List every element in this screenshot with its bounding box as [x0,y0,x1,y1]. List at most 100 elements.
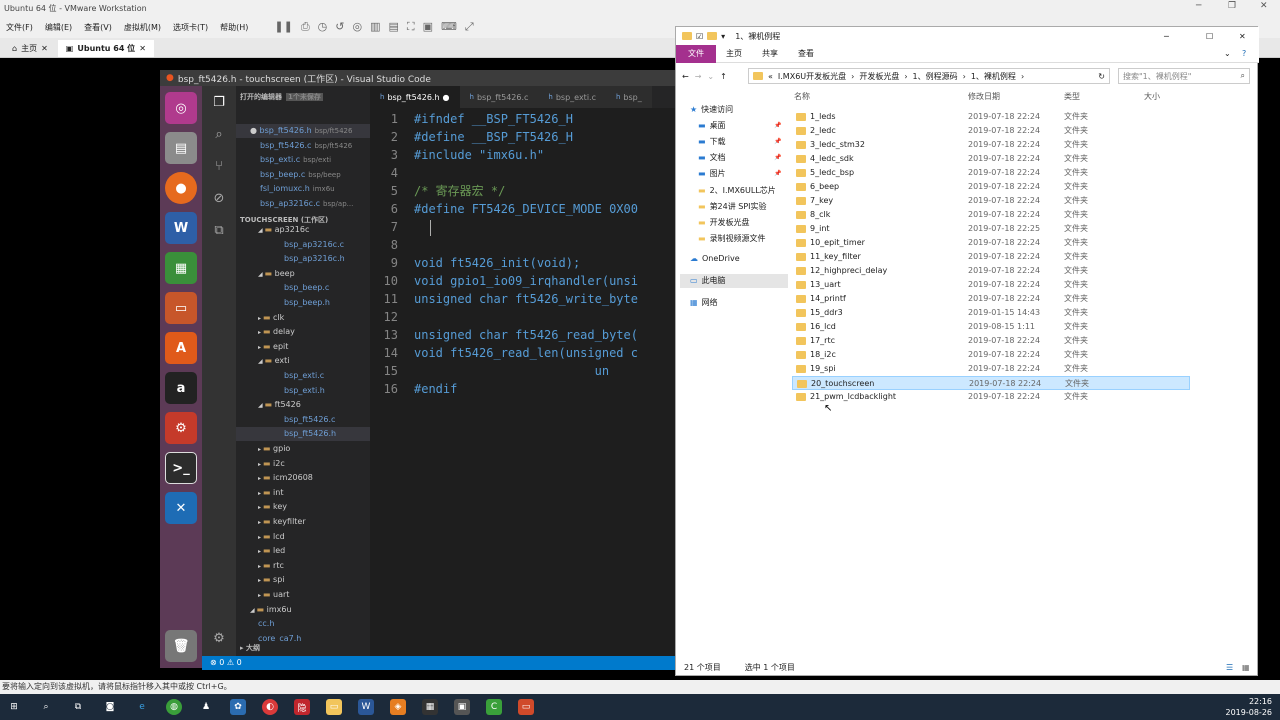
nav-item[interactable]: ▬ 开发板光盘 [698,216,750,230]
file-row[interactable]: 9_int 2019-07-18 22:25 文件夹 [792,222,1190,236]
close-icon[interactable]: ✕ [1260,1,1268,11]
up-icon[interactable]: ↑ [720,72,727,81]
nav-item[interactable]: ▭ 此电脑 [680,274,788,288]
app-icon[interactable]: ◈ [390,699,406,715]
pin-icon[interactable]: 📌 [774,167,781,181]
ribbon-tab-file[interactable]: 文件 [676,44,716,63]
sidebar-icon[interactable]: ▥ [370,20,380,34]
software-center-icon[interactable]: A [165,332,197,364]
nav-item[interactable]: ▬ 录制视频源文件 [698,232,766,246]
file-row[interactable]: 18_i2c 2019-07-18 22:24 文件夹 [792,348,1190,362]
outline-header[interactable]: ▸ 大纲 [236,641,370,655]
breadcrumb-item[interactable]: I.MX6U开发板光盘 [778,71,846,82]
breadcrumb-item[interactable]: 1、例程源码 [913,71,958,82]
app-icon[interactable]: ♟ [198,699,214,715]
pin-icon[interactable]: 📌 [774,135,781,149]
quick-access-toolbar-icon[interactable]: ☑ [696,32,703,41]
tree-file[interactable]: bsp_ap3216c.h [236,252,370,266]
tree-folder[interactable]: ▸ ▬ spi [236,573,370,587]
close-icon[interactable]: ✕ [1239,32,1246,41]
editor-tab[interactable]: h bsp_ft5426.c [459,86,539,108]
source-control-icon[interactable]: ⑂ [210,158,228,176]
tree-folder[interactable]: ▸ ▬ gpio [236,442,370,456]
back-icon[interactable]: ← [682,72,689,81]
nav-item[interactable]: ▬ 下载 📌 [698,135,781,149]
snapshot-icon[interactable]: ◷ [318,20,328,34]
fullscreen-icon[interactable]: ⛶ [407,20,415,34]
thumbnail-icon[interactable]: ▤ [389,20,399,34]
column-size[interactable]: 大小 [1144,91,1160,102]
nav-item[interactable]: ▬ 第24讲 SPI实验 [698,200,767,214]
amazon-icon[interactable]: a [165,372,197,404]
gear-icon[interactable]: ⚙ [210,630,228,648]
breadcrumb-item[interactable]: 1、裸机例程 [971,71,1016,82]
system-clock[interactable]: 22:16 2019-08-26 [1226,696,1273,718]
tree-file[interactable]: cc.h [236,617,370,631]
close-icon[interactable]: ✕ [41,44,48,53]
ribbon-tab-home[interactable]: 主页 [716,45,752,63]
tree-file[interactable]: bsp_ap3216c.c [236,238,370,252]
address-bar[interactable]: « I.MX6U开发板光盘 › 开发板光盘 › 1、例程源码 › 1、裸机例程 › ↻ [748,68,1110,84]
tab-ubuntu[interactable]: ▣ Ubuntu 64 位 ✕ [57,40,154,57]
menu-item[interactable]: 编辑(E) [45,22,72,33]
open-editor-item[interactable]: bsp_ap3216c.c bsp/ap... [236,197,370,211]
file-row[interactable]: 11_key_filter 2019-07-18 22:24 文件夹 [792,250,1190,264]
open-editor-item[interactable]: bsp_ft5426.c bsp/ft5426 [236,139,370,153]
app-icon[interactable]: ▣ [454,699,470,715]
file-row[interactable]: 4_ledc_sdk 2019-07-18 22:24 文件夹 [792,152,1190,166]
tree-folder[interactable]: ▸ ▬ int [236,486,370,500]
editor-tab[interactable]: h bsp_exti.c [538,86,606,108]
menu-item[interactable]: 查看(V) [84,22,112,33]
file-row[interactable]: 16_lcd 2019-08-15 1:11 文件夹 [792,320,1190,334]
code-editor[interactable]: h bsp_ft5426.h ● h bsp_ft5426.c h bsp_exti… [370,86,675,656]
menu-item[interactable]: 文件(F) [6,22,33,33]
tree-folder[interactable]: ▸ ▬ clk [236,311,370,325]
column-type[interactable]: 类型 [1064,91,1080,102]
nav-item[interactable]: ▬ 桌面 📌 [698,119,781,133]
file-row[interactable]: 15_ddr3 2019-01-15 14:43 文件夹 [792,306,1190,320]
search-input[interactable]: 搜索"1、裸机例程" ⌕ [1118,68,1250,84]
camera-icon[interactable]: ◙ [102,699,118,715]
file-row[interactable]: 10_epit_timer 2019-07-18 22:24 文件夹 [792,236,1190,250]
refresh-icon[interactable]: ↻ [1098,72,1105,81]
revert-icon[interactable]: ↺ [335,20,344,34]
send-keys-icon[interactable]: ⎙ [301,20,310,34]
chevron-down-icon[interactable]: ⌄ [1224,49,1231,58]
editor-tab[interactable]: h bsp_ [605,86,652,108]
file-row[interactable]: 14_printf 2019-07-18 22:24 文件夹 [792,292,1190,306]
file-row[interactable]: 2_ledc 2019-07-18 22:24 文件夹 [792,124,1190,138]
tree-folder[interactable]: ▸ ▬ key [236,500,370,514]
forward-icon[interactable]: → [695,72,702,81]
app-icon[interactable]: ◐ [262,699,278,715]
tree-folder[interactable]: ▸ ▬ icm20608 [236,471,370,485]
file-row[interactable]: 1_leds 2019-07-18 22:24 文件夹 [792,110,1190,124]
writer-icon[interactable]: W [165,212,197,244]
breadcrumb-item[interactable]: 开发板光盘 [859,71,899,82]
terminal-icon[interactable]: >_ [165,452,197,484]
tree-folder[interactable]: ▸ ▬ keyfilter [236,515,370,529]
debug-icon[interactable]: ⊘ [210,190,228,208]
large-icons-view-icon[interactable]: ▦ [1242,663,1250,672]
app-icon[interactable]: ▭ [518,699,534,715]
nav-item[interactable]: ▬ 文档 📌 [698,151,781,165]
file-explorer-icon[interactable]: ▭ [326,699,342,715]
menu-item[interactable]: 虚拟机(M) [124,22,161,33]
tree-folder[interactable]: ▸ ▬ epit [236,340,370,354]
app-icon[interactable]: 隐 [294,699,310,715]
app-icon[interactable]: ◍ [166,699,182,715]
task-view-icon[interactable]: ⧉ [70,699,86,715]
tree-folder[interactable]: ▸ ▬ uart [236,588,370,602]
open-editor-item[interactable]: bsp_beep.c bsp/beep [236,168,370,182]
trash-icon[interactable]: 🗑 [165,630,197,662]
impress-icon[interactable]: ▭ [165,292,197,324]
manage-icon[interactable]: ◎ [353,20,363,34]
nav-item[interactable]: ☁ OneDrive [690,252,740,266]
ribbon-tab-share[interactable]: 共享 [752,45,788,63]
nav-item[interactable]: ★ 快速访问 [690,103,733,117]
nav-item[interactable]: ▬ 图片 📌 [698,167,781,181]
file-row[interactable]: 21_pwm_lcdbacklight 2019-07-18 22:24 文件夹 [792,390,1190,404]
nav-item[interactable]: ▦ 网络 [690,296,718,310]
calculator-icon[interactable]: ▦ [422,699,438,715]
search-icon[interactable]: ⌕ [38,699,54,715]
tree-folder[interactable]: ◢ ▬ exti [236,354,370,368]
